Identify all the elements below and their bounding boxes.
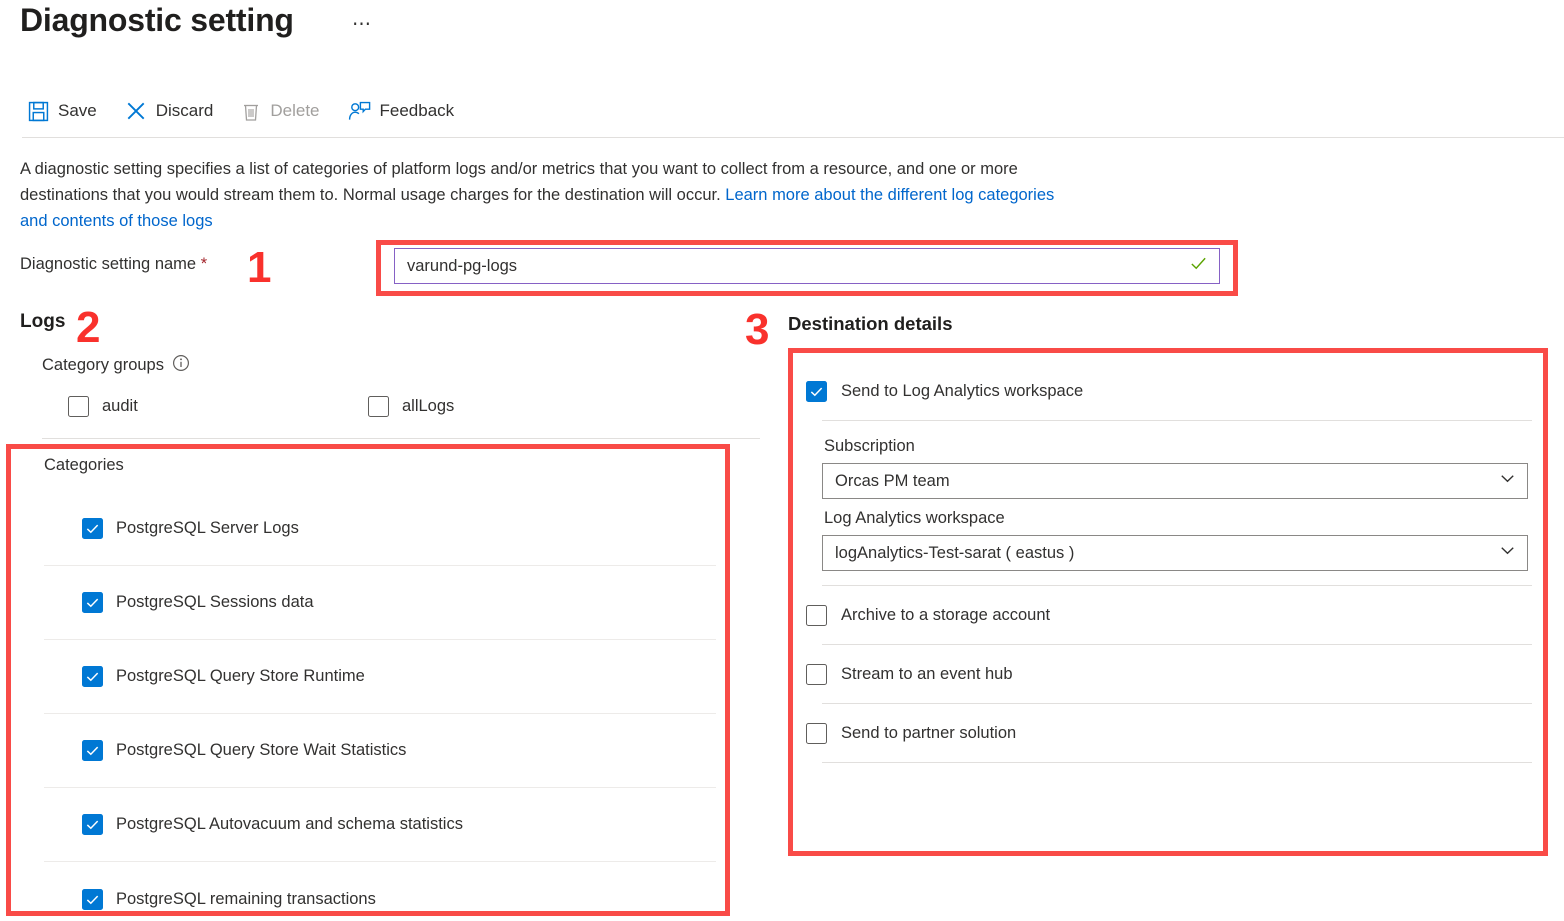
required-asterisk: * <box>200 255 208 273</box>
destination-row-event-hub[interactable]: Stream to an event hub <box>806 645 1532 703</box>
category-group-alllogs-label: allLogs <box>402 397 455 415</box>
send-to-log-analytics-label: Send to Log Analytics workspace <box>841 381 1084 400</box>
name-label-text: Diagnostic setting name <box>20 255 197 273</box>
save-label: Save <box>58 101 97 120</box>
command-bar: Save Discard Delete Feedback <box>24 96 478 126</box>
send-to-partner-solution-label: Send to partner solution <box>841 723 1017 742</box>
subscription-label: Subscription <box>824 437 915 455</box>
checkbox-send-to-partner-solution[interactable] <box>806 722 827 744</box>
discard-label: Discard <box>155 101 214 120</box>
annotation-marker-3: 3 <box>745 305 770 354</box>
workspace-value: logAnalytics-Test-sarat ( eastus ) <box>835 543 1075 562</box>
chevron-down-icon <box>1499 470 1516 492</box>
category-groups-divider <box>42 438 760 439</box>
checkbox-send-to-log-analytics[interactable] <box>806 380 827 402</box>
category-row-postgresql-autovacuum-and-schema-statistics[interactable]: PostgreSQL Autovacuum and schema statist… <box>44 788 716 862</box>
category-group-audit[interactable]: audit <box>68 396 138 417</box>
categories-title: Categories <box>44 456 124 474</box>
feedback-button[interactable]: Feedback <box>344 97 469 126</box>
delete-button: Delete <box>237 97 333 126</box>
log-analytics-workspace-select[interactable]: logAnalytics-Test-sarat ( eastus ) <box>822 535 1528 571</box>
subscription-select[interactable]: Orcas PM team <box>822 463 1528 499</box>
workspace-label: Log Analytics workspace <box>824 509 1005 527</box>
category-label: PostgreSQL Query Store Wait Statistics <box>116 741 407 759</box>
category-row-postgresql-query-store-runtime[interactable]: PostgreSQL Query Store Runtime <box>44 640 716 714</box>
toolbar-divider <box>22 137 1564 138</box>
overflow-menu-icon[interactable]: ⋯ <box>352 10 373 40</box>
diagnostic-setting-page: Diagnostic setting ⋯ Save Discard Delete… <box>0 0 1564 921</box>
archive-to-storage-account-label: Archive to a storage account <box>841 605 1051 624</box>
category-row-postgresql-server-logs[interactable]: PostgreSQL Server Logs <box>44 492 716 566</box>
log-analytics-fields: Subscription Orcas PM team Log Analytics… <box>806 421 1532 585</box>
annotation-marker-1: 1 <box>247 243 272 292</box>
destination-divider <box>822 762 1532 763</box>
info-icon[interactable] <box>172 354 190 377</box>
category-row-postgresql-query-store-wait-statistics[interactable]: PostgreSQL Query Store Wait Statistics <box>44 714 716 788</box>
close-icon <box>125 100 147 122</box>
category-label: PostgreSQL Sessions data <box>116 593 314 611</box>
diagnostic-setting-name-input[interactable] <box>394 248 1220 284</box>
destination-row-log-analytics[interactable]: Send to Log Analytics workspace <box>806 362 1532 420</box>
category-groups-label: Category groups <box>42 354 190 377</box>
destination-details-panel: Send to Log Analytics workspace Subscrip… <box>806 362 1532 763</box>
annotation-marker-2: 2 <box>76 303 101 352</box>
stream-to-event-hub-label: Stream to an event hub <box>841 664 1013 683</box>
feedback-label: Feedback <box>379 101 455 120</box>
destination-details-heading: Destination details <box>788 313 953 334</box>
diagnostic-setting-name-field-wrapper <box>394 248 1220 284</box>
checkbox-postgresql-sessions-data[interactable] <box>82 592 103 613</box>
save-icon <box>28 101 49 122</box>
checkbox-alllogs[interactable] <box>368 396 389 417</box>
category-label: PostgreSQL Server Logs <box>116 519 299 537</box>
description-text: A diagnostic setting specifies a list of… <box>20 156 1080 234</box>
checkbox-archive-to-storage-account[interactable] <box>806 604 827 626</box>
checkbox-postgresql-remaining-transactions[interactable] <box>82 888 103 910</box>
category-groups-text: Category groups <box>42 356 164 374</box>
category-row-postgresql-sessions-data[interactable]: PostgreSQL Sessions data <box>44 566 716 640</box>
checkbox-postgresql-autovacuum-and-schema-statistics[interactable] <box>82 814 103 835</box>
checkbox-postgresql-query-store-runtime[interactable] <box>82 666 103 687</box>
save-button[interactable]: Save <box>24 97 111 126</box>
checkbox-postgresql-query-store-wait-statistics[interactable] <box>82 740 103 761</box>
category-row-postgresql-remaining-transactions[interactable]: PostgreSQL remaining transactions <box>44 862 716 921</box>
trash-icon <box>241 101 261 122</box>
diagnostic-setting-name-label: Diagnostic setting name * <box>20 255 207 274</box>
feedback-person-icon <box>348 101 371 122</box>
subscription-value: Orcas PM team <box>835 471 950 490</box>
categories-list: PostgreSQL Server Logs PostgreSQL Sessio… <box>44 492 716 921</box>
logs-section-heading: Logs <box>20 311 66 332</box>
destination-row-partner-solution[interactable]: Send to partner solution <box>806 704 1532 762</box>
category-group-audit-label: audit <box>102 397 138 415</box>
page-title: Diagnostic setting <box>20 2 294 38</box>
category-label: PostgreSQL Query Store Runtime <box>116 667 365 685</box>
category-label: PostgreSQL remaining transactions <box>116 889 376 908</box>
category-group-alllogs[interactable]: allLogs <box>368 396 454 417</box>
delete-label: Delete <box>270 101 320 120</box>
chevron-down-icon <box>1499 542 1516 564</box>
destination-row-archive-storage[interactable]: Archive to a storage account <box>806 586 1532 644</box>
checkbox-postgresql-server-logs[interactable] <box>82 518 103 539</box>
checkbox-stream-to-event-hub[interactable] <box>806 663 827 685</box>
category-label: PostgreSQL Autovacuum and schema statist… <box>116 815 463 833</box>
discard-button[interactable]: Discard <box>121 96 228 126</box>
checkbox-audit[interactable] <box>68 396 89 417</box>
